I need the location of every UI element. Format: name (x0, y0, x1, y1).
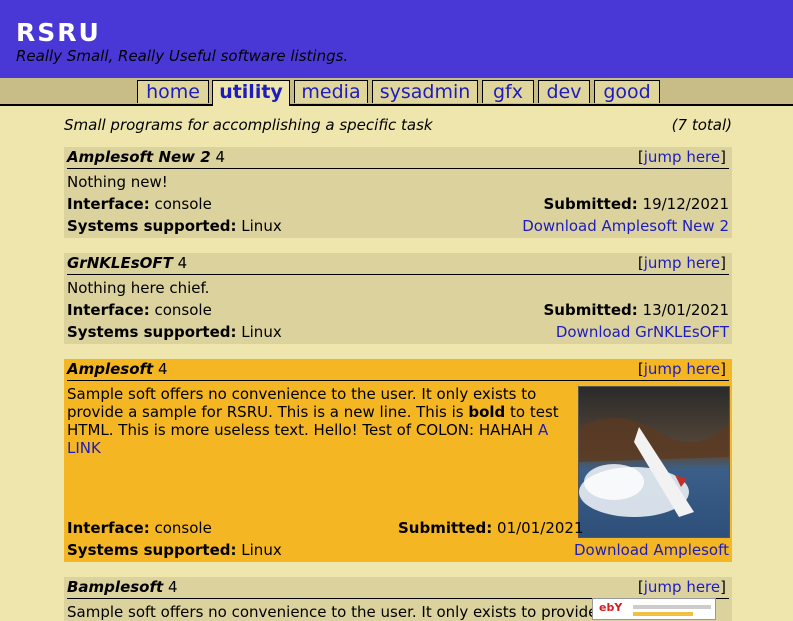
entry-description: Nothing new! (67, 173, 168, 191)
entry-title-row: Amplesoft New 2 4 [jump here] (67, 147, 729, 169)
submitted-label: Submitted: (398, 519, 493, 537)
jump-link-text[interactable]: jump here (644, 360, 720, 378)
jump-link[interactable]: [jump here] (638, 147, 726, 168)
jump-link-text[interactable]: jump here (644, 148, 720, 166)
systems-value: Linux (241, 217, 282, 235)
entry-description: Sample soft offers no convenience to the… (67, 603, 598, 621)
thumbnail-nav-strip (633, 605, 711, 609)
description-text: Sample soft offers no convenience to the… (67, 385, 537, 421)
jump-link-text[interactable]: jump here (644, 254, 720, 272)
entry-description: Nothing here chief. (67, 279, 210, 297)
listing-entry: Bamplesoft 4 [jump here] Sample soft off… (64, 577, 732, 621)
description-bold: bold (468, 403, 506, 421)
systems-label: Systems supported: (67, 217, 237, 235)
interface-value: console (154, 301, 212, 319)
thumbnail-search-bar (633, 612, 693, 616)
site-tagline: Really Small, Really Useful software lis… (16, 47, 349, 65)
submitted-label: Submitted: (543, 195, 638, 213)
systems-label: Systems supported: (67, 541, 237, 559)
entry-title[interactable]: Amplesoft (67, 360, 153, 378)
tab-media[interactable]: media (294, 80, 368, 103)
tab-sysadmin[interactable]: sysadmin (372, 80, 478, 103)
entry-title-row: GrNKLEsOFT 4 [jump here] (67, 253, 729, 275)
systems-label: Systems supported: (67, 323, 237, 341)
boat-screenshot-image[interactable] (578, 386, 730, 538)
listing-entry: Amplesoft New 2 4 [jump here] Nothing ne… (64, 147, 732, 238)
interface-label: Interface: (67, 195, 150, 213)
entry-title[interactable]: Amplesoft New 2 (67, 148, 211, 166)
download-link[interactable]: Download Amplesoft New 2 (522, 217, 729, 235)
entry-rating: 4 (215, 148, 226, 166)
submitted-label: Submitted: (543, 301, 638, 319)
listing-total: (7 total) (671, 116, 732, 134)
submitted-date: 19/12/2021 (642, 195, 729, 213)
site-title[interactable]: RSRU (16, 18, 101, 47)
tab-good[interactable]: good (594, 80, 660, 103)
tab-home[interactable]: home (137, 80, 209, 103)
entry-rating: 4 (158, 360, 168, 378)
jump-link[interactable]: [jump here] (638, 253, 726, 274)
jump-link-text[interactable]: jump here (644, 578, 720, 596)
interface-value: console (154, 195, 212, 213)
listing-entry: GrNKLEsOFT 4 [jump here] Nothing here ch… (64, 253, 732, 344)
submitted-date: 13/01/2021 (642, 301, 729, 319)
systems-value: Linux (241, 541, 282, 559)
entry-rating: 4 (177, 254, 188, 272)
entry-title-row: Bamplesoft 4 [jump here] (67, 577, 729, 599)
entry-title-row: Amplesoft 4 [jump here] (67, 359, 729, 381)
download-link[interactable]: Download Amplesoft (574, 541, 729, 559)
site-header: RSRU Really Small, Really Useful softwar… (0, 0, 793, 78)
listing-entry-highlighted: Amplesoft 4 [jump here] Sample soft offe… (64, 359, 732, 562)
entry-title[interactable]: Bamplesoft (67, 578, 163, 596)
jump-link[interactable]: [jump here] (638, 577, 726, 598)
systems-value: Linux (241, 323, 282, 341)
tab-bar-divider (0, 104, 793, 106)
ebay-screenshot-image[interactable]: ebY (592, 598, 716, 620)
tab-utility[interactable]: utility (212, 80, 290, 106)
tab-dev[interactable]: dev (538, 80, 590, 103)
entry-rating: 4 (167, 578, 178, 596)
interface-label: Interface: (67, 519, 150, 537)
ebay-logo: ebY (599, 601, 623, 614)
interface-value: console (154, 519, 212, 537)
submitted-date: 01/01/2021 (497, 519, 584, 537)
section-description: Small programs for accomplishing a speci… (64, 116, 433, 134)
jump-link[interactable]: [jump here] (638, 359, 726, 380)
download-link[interactable]: Download GrNKLEsOFT (556, 323, 729, 341)
entry-description: Sample soft offers no convenience to the… (67, 385, 567, 457)
tab-gfx[interactable]: gfx (482, 80, 534, 103)
entry-title[interactable]: GrNKLEsOFT (67, 254, 173, 272)
interface-label: Interface: (67, 301, 150, 319)
